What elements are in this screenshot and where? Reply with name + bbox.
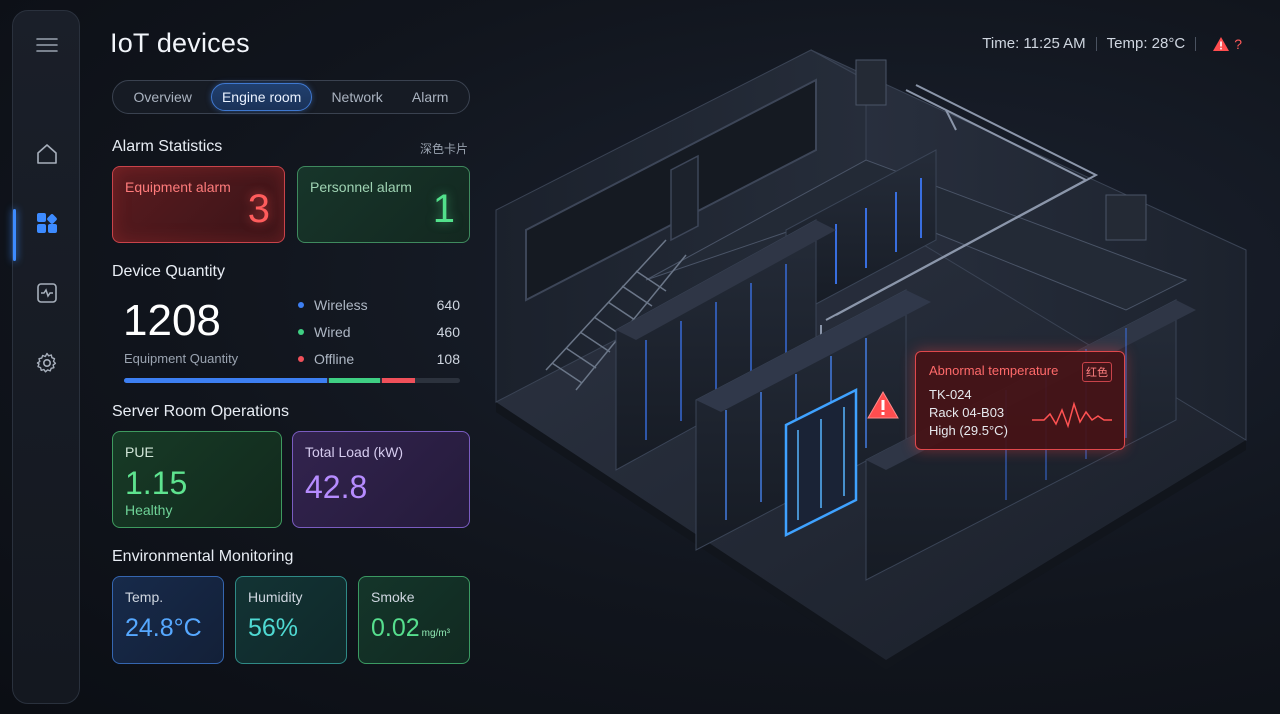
legend-label: Offline: [314, 351, 355, 367]
legend-label: Wireless: [314, 297, 368, 313]
progress-segment: [124, 378, 328, 383]
progress-segment: [329, 378, 380, 383]
popup-title: Abnormal temperature: [929, 363, 1059, 378]
server-room-3d-view[interactable]: [486, 40, 1256, 670]
server-ops-title: Server Room Operations: [112, 403, 289, 420]
progress-segment: [381, 378, 416, 383]
equipment-alarm-label: Equipment alarm: [125, 179, 231, 195]
page-title: IoT devices: [110, 28, 250, 58]
env-humidity-value: 56%: [248, 614, 299, 642]
legend-value: 108: [436, 351, 460, 367]
total-load-value: 42.8: [305, 469, 368, 505]
equipment-alarm-value: 3: [247, 187, 270, 231]
pue-status: Healthy: [125, 502, 173, 518]
env-smoke-value: 0.02: [371, 614, 420, 642]
legend-wired: Wired 460: [298, 324, 460, 340]
env-smoke-label: Smoke: [371, 589, 415, 605]
home-icon[interactable]: [33, 140, 61, 168]
tab-overview[interactable]: Overview: [124, 84, 202, 110]
env-humidity-card[interactable]: Humidity 56%: [235, 576, 347, 664]
env-temp-card[interactable]: Temp. 24.8°C: [112, 576, 224, 664]
env-temp-value: 24.8°C: [125, 614, 202, 642]
legend-label: Wired: [314, 324, 351, 340]
legend-dot: [298, 356, 304, 362]
legend-dot: [298, 329, 304, 335]
personnel-alarm-value: 1: [432, 187, 455, 231]
legend-value: 460: [436, 324, 460, 340]
popup-severity-tag: 红色: [1082, 362, 1112, 382]
legend-dot: [298, 302, 304, 308]
temperature-waveform-icon: [1032, 401, 1112, 429]
device-total-label: Equipment Quantity: [124, 351, 239, 366]
env-temp-label: Temp.: [125, 589, 164, 605]
personnel-alarm-card[interactable]: Personnel alarm 1: [297, 166, 470, 243]
pue-label: PUE: [125, 444, 154, 460]
popup-device-id: TK-024: [929, 387, 972, 402]
dashboard-icon[interactable]: [33, 209, 61, 237]
tab-alarm[interactable]: Alarm: [402, 84, 459, 110]
door: [670, 154, 699, 242]
control-panel: [1105, 194, 1147, 241]
electrical-panel: [855, 59, 887, 106]
sidebar-active-indicator: [13, 209, 16, 261]
abnormal-temperature-popup[interactable]: Abnormal temperature 红色 TK-024 Rack 04-B…: [915, 351, 1125, 450]
alarm-statistics-title: Alarm Statistics: [112, 138, 223, 155]
alarm-statistics-aside: 深色卡片: [419, 142, 468, 156]
total-load-label: Total Load (kW): [305, 444, 404, 460]
pue-card[interactable]: PUE 1.15 Healthy: [112, 431, 282, 528]
popup-rack: Rack 04-B03: [929, 405, 1005, 420]
warning-marker-icon[interactable]: [866, 390, 900, 420]
device-quantity-title: Device Quantity: [112, 263, 225, 280]
tab-network[interactable]: Network: [321, 84, 392, 110]
monitor-icon[interactable]: [33, 279, 61, 307]
tab-bar: Overview Engine room Network Alarm: [112, 80, 470, 114]
env-smoke-unit: mg/m³: [421, 628, 451, 639]
sidebar: [12, 10, 80, 704]
legend-value: 640: [436, 297, 460, 313]
legend-wireless: Wireless 640: [298, 297, 460, 313]
settings-icon[interactable]: [33, 349, 61, 377]
popup-level: High (29.5°C): [929, 423, 1008, 438]
legend-offline: Offline 108: [298, 351, 460, 367]
total-load-card[interactable]: Total Load (kW) 42.8: [292, 431, 470, 528]
tab-engine-room[interactable]: Engine room: [210, 83, 313, 111]
menu-icon[interactable]: [33, 31, 61, 59]
env-smoke-card[interactable]: Smoke 0.02 mg/m³: [358, 576, 470, 664]
equipment-alarm-card[interactable]: Equipment alarm 3: [112, 166, 285, 243]
env-smoke-reading: 0.02 mg/m³: [371, 614, 450, 643]
pue-value: 1.15: [125, 465, 188, 501]
personnel-alarm-label: Personnel alarm: [310, 179, 412, 195]
device-progress-bar: [124, 378, 460, 383]
env-humidity-label: Humidity: [248, 589, 303, 605]
env-monitoring-title: Environmental Monitoring: [112, 548, 294, 565]
device-total-value: 1208: [123, 296, 221, 345]
